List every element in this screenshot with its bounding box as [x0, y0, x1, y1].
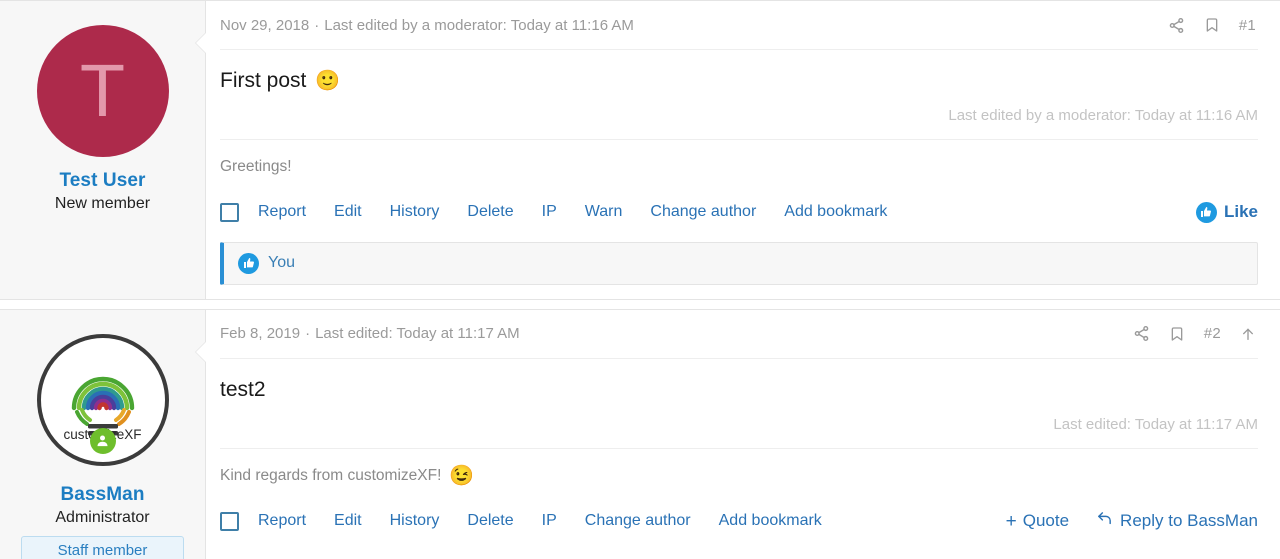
- post-action-edit[interactable]: Edit: [334, 203, 362, 221]
- avatar-image[interactable]: customizeXF: [36, 333, 169, 466]
- post-edit-notice: Last edited by a moderator: Today at 11:…: [948, 107, 1258, 125]
- post-user-column: T Test User New member: [0, 1, 206, 299]
- quote-button-label: Quote: [1022, 511, 1070, 531]
- post-date-separator: ·: [314, 16, 320, 34]
- jump-up-icon[interactable]: [1240, 325, 1256, 343]
- post-title-text: test2: [220, 377, 266, 401]
- post-date-separator: ·: [305, 325, 311, 343]
- post-actions: Report Edit History Delete IP Change aut…: [220, 487, 1258, 539]
- share-icon[interactable]: [1133, 325, 1150, 342]
- post-author-name[interactable]: BassMan: [10, 484, 195, 506]
- post-body-text: Greetings!: [220, 158, 292, 176]
- slightly-smiling-face-icon: 🙂: [315, 69, 341, 92]
- like-button[interactable]: Like: [1195, 201, 1258, 223]
- post-select-checkbox[interactable]: [220, 511, 239, 531]
- post-main-column: Nov 29, 2018 · Last edited by a moderator:…: [195, 1, 1280, 299]
- post-header-icons: #2: [1133, 325, 1256, 343]
- post-title: test2: [220, 359, 1258, 402]
- post-header: Nov 29, 2018 · Last edited by a moderator:…: [220, 1, 1258, 50]
- post-date: Feb 8, 2019: [220, 325, 301, 343]
- post-body-text: Kind regards from customizeXF!: [220, 467, 442, 485]
- post-item: customizeXF BassMan Administrator Staff …: [0, 308, 1280, 559]
- post-date-line[interactable]: Nov 29, 2018 · Last edited by a moderator:…: [220, 17, 634, 34]
- post-header: Feb 8, 2019 · Last edited: Today at 11:17 …: [220, 310, 1258, 359]
- post-action-report[interactable]: Report: [258, 203, 306, 221]
- post-action-history[interactable]: History: [390, 512, 440, 530]
- post-date: Nov 29, 2018: [220, 16, 310, 34]
- avatar[interactable]: customizeXF: [36, 333, 169, 466]
- post-action-add-bookmark[interactable]: Add bookmark: [719, 512, 822, 530]
- reply-button[interactable]: Reply to BassMan: [1095, 510, 1258, 532]
- post-header-icons: #1: [1168, 16, 1256, 34]
- post-author-title: New member: [54, 195, 151, 212]
- post-reply-actions: + Quote Reply to BassMan: [1006, 510, 1258, 532]
- thumbs-up-icon: [1195, 201, 1217, 223]
- post-action-delete[interactable]: Delete: [467, 512, 513, 530]
- post-number[interactable]: #2: [1204, 325, 1221, 342]
- post-date-line[interactable]: Feb 8, 2019 · Last edited: Today at 11:17 …: [220, 325, 520, 342]
- post-notch-arrow: [196, 341, 206, 362]
- bookmark-icon[interactable]: [1169, 325, 1185, 343]
- post-number[interactable]: #1: [1239, 17, 1256, 34]
- online-status-icon: [89, 427, 116, 454]
- post-action-change-author[interactable]: Change author: [650, 203, 756, 221]
- post-reactions-label: You: [268, 254, 295, 272]
- thumbs-up-icon: [238, 252, 259, 274]
- bookmark-icon[interactable]: [1204, 16, 1220, 34]
- like-button-label: Like: [1223, 202, 1258, 222]
- post-author-name[interactable]: Test User: [10, 170, 195, 192]
- post-author-title: Administrator: [55, 508, 150, 526]
- winking-face-icon: 😉: [449, 464, 475, 487]
- reply-button-label: Reply to BassMan: [1120, 511, 1258, 531]
- post-actions: Report Edit History Delete IP Warn Chang…: [220, 178, 1258, 230]
- post-action-edit[interactable]: Edit: [334, 512, 362, 530]
- post-title-text: First post: [220, 69, 307, 92]
- post-action-ip[interactable]: IP: [542, 512, 557, 530]
- avatar[interactable]: T: [36, 25, 169, 157]
- post-user-column: customizeXF BassMan Administrator Staff …: [0, 309, 206, 559]
- plus-icon: +: [1005, 510, 1017, 532]
- post-header-edited: Last edited: Today at 11:17 AM: [315, 325, 520, 343]
- share-icon[interactable]: [1168, 17, 1185, 34]
- post-action-warn[interactable]: Warn: [585, 203, 623, 221]
- post-body: Kind regards from customizeXF! 😉: [220, 449, 1258, 487]
- avatar-letter[interactable]: T: [36, 25, 169, 157]
- post-main-column: Feb 8, 2019 · Last edited: Today at 11:17 …: [195, 310, 1280, 559]
- thread-post-list: T Test User New member Nov 29, 2018 · Last…: [0, 0, 1280, 559]
- post-body: Greetings!: [220, 140, 1258, 178]
- post-notch-arrow: [196, 33, 206, 53]
- post-select-checkbox[interactable]: [220, 202, 239, 222]
- post-reactions-bar[interactable]: You: [220, 241, 1258, 285]
- post-action-ip[interactable]: IP: [542, 203, 557, 221]
- post-edit-notice: Last edited: Today at 11:17 AM: [1053, 416, 1258, 434]
- post-action-report[interactable]: Report: [258, 512, 306, 530]
- post-action-change-author[interactable]: Change author: [585, 512, 691, 530]
- post-header-edited: Last edited by a moderator: Today at 11:…: [324, 16, 634, 34]
- post-action-history[interactable]: History: [390, 203, 440, 221]
- post-title: First post 🙂: [220, 50, 1258, 93]
- quote-button[interactable]: + Quote: [1006, 511, 1069, 531]
- post-action-add-bookmark[interactable]: Add bookmark: [784, 203, 887, 221]
- post-action-delete[interactable]: Delete: [467, 203, 513, 221]
- post-item: T Test User New member Nov 29, 2018 · Last…: [0, 0, 1280, 300]
- reply-arrow-icon: [1095, 510, 1114, 532]
- staff-member-badge: Staff member: [21, 535, 184, 559]
